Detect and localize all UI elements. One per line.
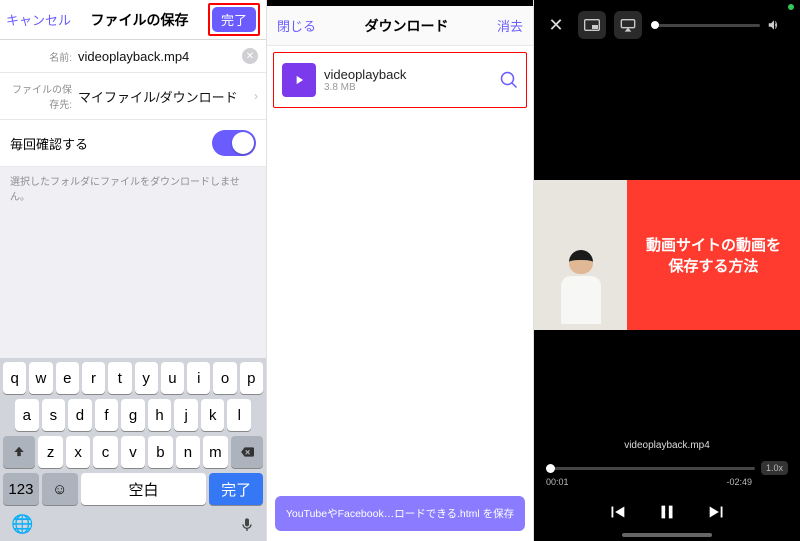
confirm-label: 毎回確認する (10, 134, 88, 153)
video-thumbnail-person (534, 180, 627, 330)
navbar-title: ファイルの保存 (91, 10, 189, 30)
navbar: 閉じる ダウンロード 消去 (267, 6, 533, 46)
video-overlay-text: 動画サイトの動画を 保存する方法 (627, 180, 800, 330)
downloads-panel: 閉じる ダウンロード 消去 videoplayback 3.8 MB YouTu… (267, 0, 534, 541)
search-icon[interactable] (500, 71, 518, 89)
chevron-right-icon: › (254, 89, 258, 103)
remaining-time: -02:49 (726, 477, 752, 487)
download-name: videoplayback (324, 67, 500, 82)
emoji-key[interactable]: ☺ (42, 473, 78, 505)
speaker-icon (766, 18, 782, 32)
shift-key[interactable] (3, 436, 35, 468)
download-item[interactable]: videoplayback 3.8 MB (273, 52, 527, 108)
confirm-row: 毎回確認する (0, 120, 266, 167)
current-time: 00:01 (546, 477, 569, 487)
key-w[interactable]: w (29, 362, 52, 394)
location-row[interactable]: ファイルの保存先: マイファイル/ダウンロード › (0, 73, 266, 120)
playback-rate[interactable]: 1.0x (761, 461, 788, 475)
file-icon (282, 63, 316, 97)
player-topbar: ✕ (534, 0, 800, 50)
key-j[interactable]: j (174, 399, 198, 431)
mic-icon[interactable] (239, 515, 255, 535)
key-i[interactable]: i (187, 362, 210, 394)
globe-icon[interactable]: 🌐 (11, 514, 33, 535)
keyboard: qwertyuiop asdfghjkl zxcvbnm 123 ☺ 空白 完了… (0, 358, 266, 541)
cancel-button[interactable]: キャンセル (6, 10, 71, 29)
name-row: 名前: videoplayback.mp4 ✕ (0, 40, 266, 73)
volume-slider[interactable] (652, 18, 782, 32)
key-a[interactable]: a (15, 399, 39, 431)
key-h[interactable]: h (148, 399, 172, 431)
numbers-key[interactable]: 123 (3, 473, 39, 505)
prev-track-icon[interactable] (606, 501, 628, 523)
file-save-panel: キャンセル ファイルの保存 完了 名前: videoplayback.mp4 ✕… (0, 0, 267, 541)
key-n[interactable]: n (176, 436, 200, 468)
backspace-key[interactable] (231, 436, 263, 468)
key-p[interactable]: p (240, 362, 263, 394)
navbar: キャンセル ファイルの保存 完了 (0, 0, 266, 40)
pause-icon[interactable] (656, 501, 678, 523)
location-value: マイファイル/ダウンロード (78, 87, 254, 106)
key-b[interactable]: b (148, 436, 172, 468)
download-size: 3.8 MB (324, 82, 500, 93)
camera-indicator-icon (788, 4, 794, 10)
done-button[interactable]: 完了 (212, 7, 256, 32)
name-label: 名前: (8, 49, 78, 64)
key-d[interactable]: d (68, 399, 92, 431)
key-q[interactable]: q (3, 362, 26, 394)
key-y[interactable]: y (135, 362, 158, 394)
navbar-title: ダウンロード (365, 16, 449, 36)
clear-icon[interactable]: ✕ (242, 48, 258, 64)
save-prompt-bar[interactable]: YouTubeやFacebook…ロードできる.html を保存 (275, 496, 525, 531)
key-e[interactable]: e (56, 362, 79, 394)
name-input[interactable]: videoplayback.mp4 (78, 49, 242, 64)
seek-bar[interactable]: 1.0x (534, 461, 800, 475)
home-indicator[interactable] (622, 533, 712, 537)
key-t[interactable]: t (108, 362, 131, 394)
video-frame[interactable]: 動画サイトの動画を 保存する方法 (534, 180, 800, 330)
key-r[interactable]: r (82, 362, 105, 394)
key-o[interactable]: o (213, 362, 236, 394)
airplay-icon[interactable] (614, 11, 642, 39)
location-label: ファイルの保存先: (8, 81, 78, 111)
key-k[interactable]: k (201, 399, 225, 431)
key-z[interactable]: z (38, 436, 62, 468)
note-text: 選択したフォルダにファイルをダウンロードしません。 (0, 167, 266, 209)
close-button[interactable]: 閉じる (277, 16, 316, 35)
keyboard-done-key[interactable]: 完了 (209, 473, 263, 505)
clear-button[interactable]: 消去 (497, 16, 523, 35)
done-highlight: 完了 (208, 3, 260, 36)
key-m[interactable]: m (203, 436, 227, 468)
player-controls: videoplayback.mp4 1.0x 00:01 -02:49 (534, 440, 800, 523)
key-v[interactable]: v (121, 436, 145, 468)
key-g[interactable]: g (121, 399, 145, 431)
next-track-icon[interactable] (706, 501, 728, 523)
key-s[interactable]: s (42, 399, 66, 431)
close-icon[interactable]: ✕ (542, 11, 570, 39)
space-key[interactable]: 空白 (81, 473, 207, 505)
key-f[interactable]: f (95, 399, 119, 431)
pip-icon[interactable] (578, 11, 606, 39)
playing-filename: videoplayback.mp4 (534, 440, 800, 451)
confirm-toggle[interactable] (212, 130, 256, 156)
download-info: videoplayback 3.8 MB (324, 67, 500, 93)
video-player-panel: ✕ 動画サイトの動画を 保存する方法 videoplayback.m (534, 0, 800, 541)
key-l[interactable]: l (227, 399, 251, 431)
key-u[interactable]: u (161, 362, 184, 394)
key-c[interactable]: c (93, 436, 117, 468)
key-x[interactable]: x (66, 436, 90, 468)
